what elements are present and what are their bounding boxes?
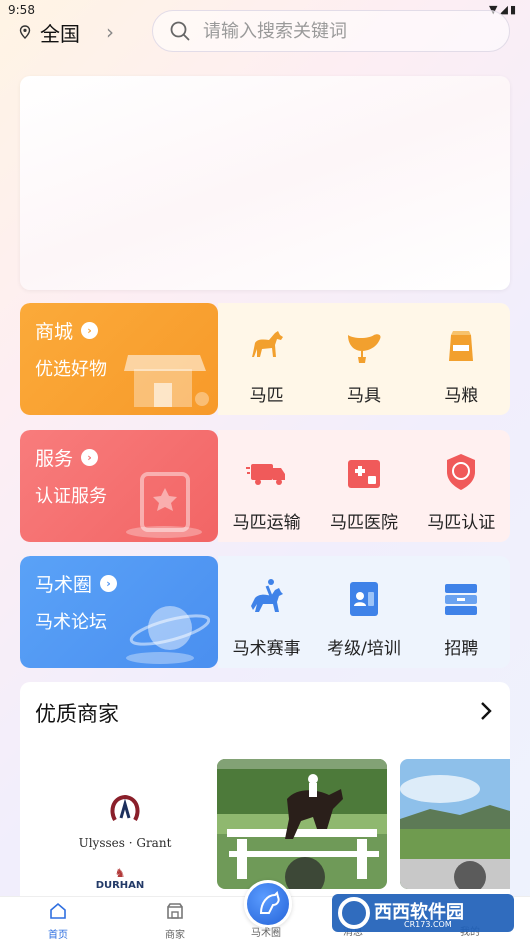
category-horse[interactable]: 马匹	[218, 303, 315, 415]
arrow-right-icon: ›	[81, 449, 99, 466]
horse-icon	[251, 331, 283, 357]
truck-icon	[245, 464, 285, 485]
arrow-right-icon: ›	[100, 575, 118, 592]
crest-icon: ♞	[114, 866, 126, 880]
location-pin-icon	[19, 25, 31, 39]
search-box[interactable]	[152, 10, 510, 52]
show-jumping-photo	[217, 759, 387, 889]
status-time: 9:58	[8, 3, 35, 17]
merchant-name: DURHAN	[95, 880, 145, 891]
search-input[interactable]	[203, 20, 483, 42]
battery-icon: ▮	[509, 3, 518, 16]
service-title: 服务	[35, 448, 74, 470]
category-transport[interactable]: 马匹运输	[218, 430, 315, 542]
nav-equestrian-circle-button[interactable]	[244, 880, 292, 928]
watermark: 西西软件园 CR173.COM	[332, 890, 514, 936]
merchant-logo-ulysses-grant[interactable]: Ulysses · Grant	[40, 792, 210, 850]
home-icon	[50, 902, 66, 919]
certificate-frame-icon	[126, 472, 202, 538]
planet-icon	[126, 606, 210, 664]
category-training[interactable]: 考级/培训	[315, 556, 412, 668]
merchant-photo-show-jumping[interactable]	[217, 759, 387, 889]
landscape-photo	[400, 759, 510, 889]
category-label: 马匹医院	[329, 513, 398, 533]
horseshoe-logo-icon	[110, 794, 140, 822]
circle-subtitle: 马术论坛	[35, 612, 107, 633]
watermark-url: CR173.COM	[404, 920, 452, 929]
horse-head-icon	[259, 891, 280, 914]
shop-title: 商城	[35, 321, 74, 343]
category-label: 马粮	[444, 386, 479, 406]
shop-subtitle: 优选好物	[35, 359, 107, 380]
category-label: 招聘	[444, 639, 479, 659]
service-subtitle: 认证服务	[35, 486, 107, 507]
category-label: 考级/培训	[327, 639, 401, 659]
circle-title: 马术圈	[35, 574, 93, 596]
category-label: 马术赛事	[232, 639, 301, 659]
nav-home[interactable]: 首页	[28, 901, 88, 941]
location-label: 全国	[40, 21, 80, 46]
category-certification[interactable]: 马匹认证	[413, 430, 510, 542]
cabinet-icon	[445, 584, 478, 615]
category-recruitment[interactable]: 招聘	[413, 556, 510, 668]
nav-label: 商家	[165, 930, 185, 941]
category-label: 马匹认证	[427, 513, 496, 533]
merchant-name: Ulysses · Grant	[78, 836, 172, 850]
category-hospital[interactable]: 马匹医院	[315, 430, 412, 542]
saddle-icon	[347, 334, 381, 363]
banner-carousel[interactable]	[20, 76, 510, 290]
equestrian-circle-entry[interactable]: 马术圈 › 马术论坛	[20, 556, 218, 668]
certificate-badge-icon	[447, 454, 476, 490]
merchant-photo-landscape[interactable]	[400, 759, 510, 889]
storefront-icon	[124, 355, 209, 407]
chevron-right-icon[interactable]	[478, 700, 494, 722]
arrow-right-icon: ›	[81, 322, 99, 339]
feed-bag-icon	[449, 331, 474, 361]
service-card: 服务 › 认证服务 马匹运输 马匹医院 马匹认证	[20, 430, 510, 542]
shop-entry[interactable]: 商城 › 优选好物	[20, 303, 218, 415]
location-selector[interactable]: 全国 ›	[18, 18, 114, 46]
search-icon	[170, 21, 190, 41]
hospital-icon	[347, 460, 380, 488]
rider-icon	[250, 579, 283, 612]
training-card-icon	[349, 582, 378, 616]
merchant-logo-durhan[interactable]: ♞ DURHAN	[90, 866, 150, 891]
nav-label: 马术圈	[251, 928, 281, 939]
nav-merchants[interactable]: 商家	[145, 901, 205, 941]
category-events[interactable]: 马术赛事	[218, 556, 315, 668]
nav-label: 首页	[48, 930, 68, 941]
category-label: 马匹	[249, 386, 284, 406]
shop-card: 商城 › 优选好物 马匹 马具 马粮	[20, 303, 510, 415]
chevron-right-icon: ›	[106, 20, 114, 44]
merchants-title: 优质商家	[35, 702, 119, 726]
shop-icon	[167, 903, 183, 919]
category-label: 马匹运输	[232, 513, 301, 533]
equestrian-circle-card: 马术圈 › 马术论坛 马术赛事 考级/培训 招聘	[20, 556, 510, 668]
category-saddle[interactable]: 马具	[315, 303, 412, 415]
category-feed[interactable]: 马粮	[413, 303, 510, 415]
service-entry[interactable]: 服务 › 认证服务	[20, 430, 218, 542]
category-label: 马具	[346, 386, 381, 406]
